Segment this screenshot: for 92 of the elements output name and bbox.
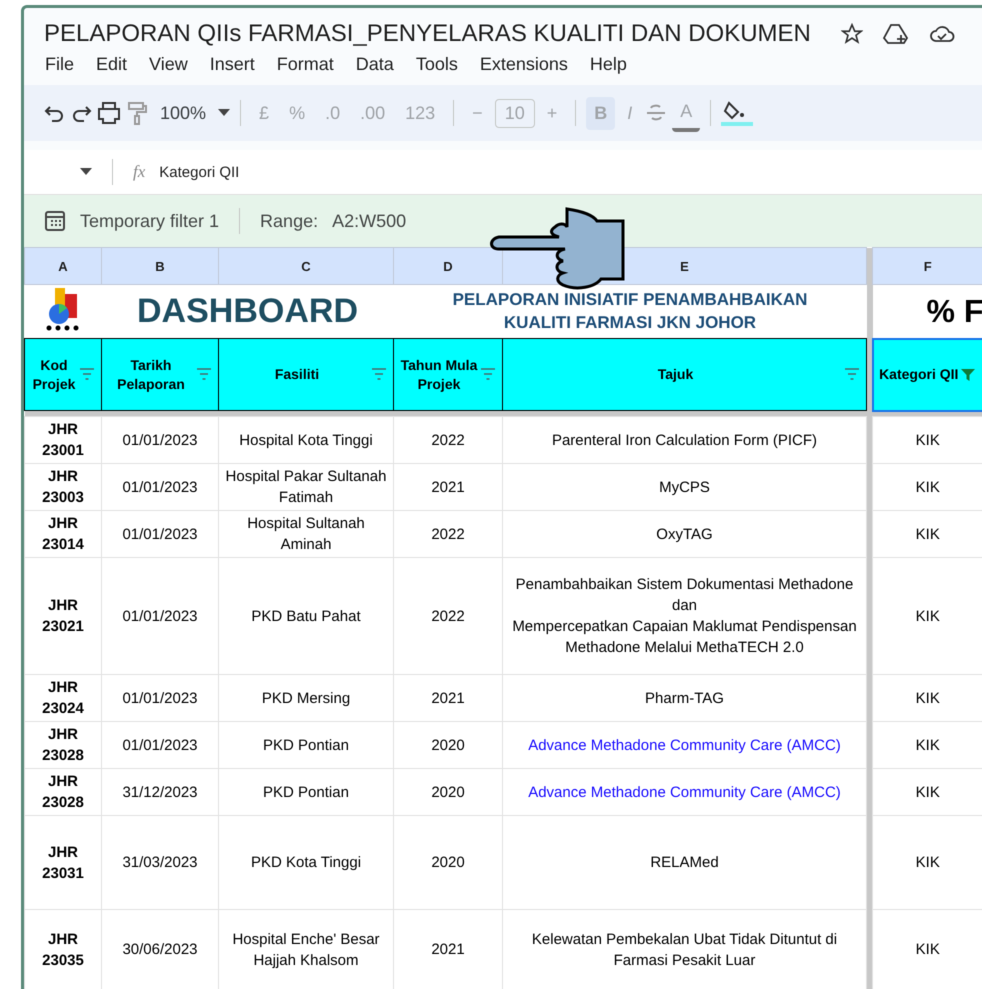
column-header[interactable]: D bbox=[394, 248, 502, 284]
filter-icon[interactable] bbox=[196, 367, 212, 381]
cloud-check-icon[interactable] bbox=[928, 23, 955, 45]
filter-icon[interactable] bbox=[371, 367, 387, 381]
table-cell: Hospital Sultanah Aminah bbox=[218, 510, 394, 558]
table-cell: JHR 23001 bbox=[24, 416, 102, 464]
menu-item[interactable]: Insert bbox=[200, 52, 264, 77]
range-value[interactable]: A2:W500 bbox=[332, 210, 406, 232]
header-cell[interactable]: Tahun Mula Projek bbox=[394, 338, 502, 410]
filter-icon[interactable] bbox=[960, 368, 976, 382]
table-cell: 01/01/2023 bbox=[102, 558, 218, 674]
table-cell: OxyTAG bbox=[502, 510, 866, 558]
caret-icon bbox=[218, 109, 230, 117]
table-cell: 01/01/2023 bbox=[102, 674, 218, 722]
table-cell: 31/03/2023 bbox=[102, 816, 218, 910]
table-cell: PKD Kota Tinggi bbox=[218, 816, 394, 910]
table-cell: MyCPS bbox=[502, 464, 866, 510]
table-cell: 2020 bbox=[394, 768, 502, 816]
zoom-select[interactable]: 100% bbox=[152, 96, 214, 130]
dashboard-subtitle: PELAPORAN INISIATIF PENAMBAHBAIKAN KUALITI FARMASI JKN JOHOR bbox=[394, 284, 866, 338]
table-cell: KIK bbox=[872, 816, 982, 910]
menu-item[interactable]: Format bbox=[268, 52, 343, 77]
dashboard-title: DASHBOARD bbox=[102, 284, 394, 338]
table-cell: 2022 bbox=[394, 416, 502, 464]
table-cell: JHR 23035 bbox=[24, 910, 102, 989]
filter-icon[interactable] bbox=[79, 367, 95, 381]
table-cell: Hospital Kota Tinggi bbox=[218, 416, 394, 464]
table-cell: PKD Mersing bbox=[218, 674, 394, 722]
drive-add-icon[interactable] bbox=[882, 23, 909, 45]
table-cell: PKD Batu Pahat bbox=[218, 558, 394, 674]
table-cell: KIK bbox=[872, 768, 982, 816]
table-cell: JHR 23028 bbox=[24, 768, 102, 816]
print-icon[interactable] bbox=[96, 102, 122, 124]
table-cell: KIK bbox=[872, 464, 982, 510]
table-cell: JHR 23028 bbox=[24, 722, 102, 768]
table-cell: KIK bbox=[872, 510, 982, 558]
filter-icon[interactable] bbox=[844, 367, 860, 381]
function-label: fx bbox=[133, 162, 146, 182]
menu-item[interactable]: Edit bbox=[87, 52, 136, 77]
table-cell: KIK bbox=[872, 558, 982, 674]
table-cell: JHR 23003 bbox=[24, 464, 102, 510]
table-cell: 2021 bbox=[394, 674, 502, 722]
table-cell: PKD Pontian bbox=[218, 768, 394, 816]
header-cell[interactable]: Tarikh Pelaporan bbox=[102, 338, 218, 410]
table-cell: 2022 bbox=[394, 558, 502, 674]
header-cell[interactable]: Fasiliti bbox=[218, 338, 394, 410]
link-cell[interactable]: Advance Methadone Community Care (AMCC) bbox=[502, 722, 866, 768]
table-cell: 2020 bbox=[394, 816, 502, 910]
table-cell: JHR 23014 bbox=[24, 510, 102, 558]
table-cell: 31/12/2023 bbox=[102, 768, 218, 816]
header-cell[interactable]: Kod Projek bbox=[24, 338, 102, 410]
table-cell: 01/01/2023 bbox=[102, 722, 218, 768]
range-label: Range: bbox=[260, 210, 318, 232]
fill-color-icon[interactable] bbox=[721, 100, 754, 126]
table-cell: KIK bbox=[872, 416, 982, 464]
formula-text[interactable]: Kategori QII bbox=[159, 164, 240, 180]
column-header[interactable]: B bbox=[102, 248, 218, 284]
table-cell: 2021 bbox=[394, 464, 502, 510]
table-cell: % F bbox=[872, 284, 982, 338]
table-cell: RELAMed bbox=[502, 816, 866, 910]
table-cell: JHR 23024 bbox=[24, 674, 102, 722]
table-cell: 01/01/2023 bbox=[102, 510, 218, 558]
table-cell: 01/01/2023 bbox=[102, 416, 218, 464]
column-header[interactable]: A bbox=[24, 248, 102, 284]
calculator-icon bbox=[44, 210, 66, 232]
caret-icon[interactable] bbox=[80, 168, 92, 176]
table-cell: PKD Pontian bbox=[218, 722, 394, 768]
header-cell[interactable]: Kategori QII bbox=[872, 338, 982, 410]
column-header[interactable]: F bbox=[872, 248, 982, 284]
table-cell: 2020 bbox=[394, 722, 502, 768]
link-cell[interactable]: Advance Methadone Community Care (AMCC) bbox=[502, 768, 866, 816]
menu-item[interactable]: Tools bbox=[406, 52, 467, 77]
table-cell: Parenteral Iron Calculation Form (PICF) bbox=[502, 416, 866, 464]
table-cell: JHR 23021 bbox=[24, 558, 102, 674]
menu-item[interactable]: Extensions bbox=[470, 52, 577, 77]
filter-name[interactable]: Temporary filter 1 bbox=[80, 210, 220, 232]
table-cell: 2022 bbox=[394, 510, 502, 558]
table-cell: Pharm-TAG bbox=[502, 674, 866, 722]
table-cell: KIK bbox=[872, 674, 982, 722]
document-title: PELAPORAN QIIs FARMASI_PENYELARAS KUALITI DAN DOKUMEN bbox=[44, 20, 811, 48]
column-header[interactable]: C bbox=[218, 248, 394, 284]
table-cell: Hospital Pakar Sultanah Fatimah bbox=[218, 464, 394, 510]
table-cell: JHR 23031 bbox=[24, 816, 102, 910]
menu-item[interactable]: Help bbox=[580, 52, 636, 77]
menu-item[interactable]: View bbox=[140, 52, 197, 77]
star-icon[interactable] bbox=[840, 23, 863, 45]
menu-item[interactable]: Data bbox=[346, 52, 403, 77]
table-cell: 01/01/2023 bbox=[102, 464, 218, 510]
filter-icon[interactable] bbox=[480, 367, 496, 381]
table-cell: KIK bbox=[872, 722, 982, 768]
header-cell[interactable]: Tajuk bbox=[502, 338, 866, 410]
menu-item[interactable]: File bbox=[36, 52, 84, 77]
